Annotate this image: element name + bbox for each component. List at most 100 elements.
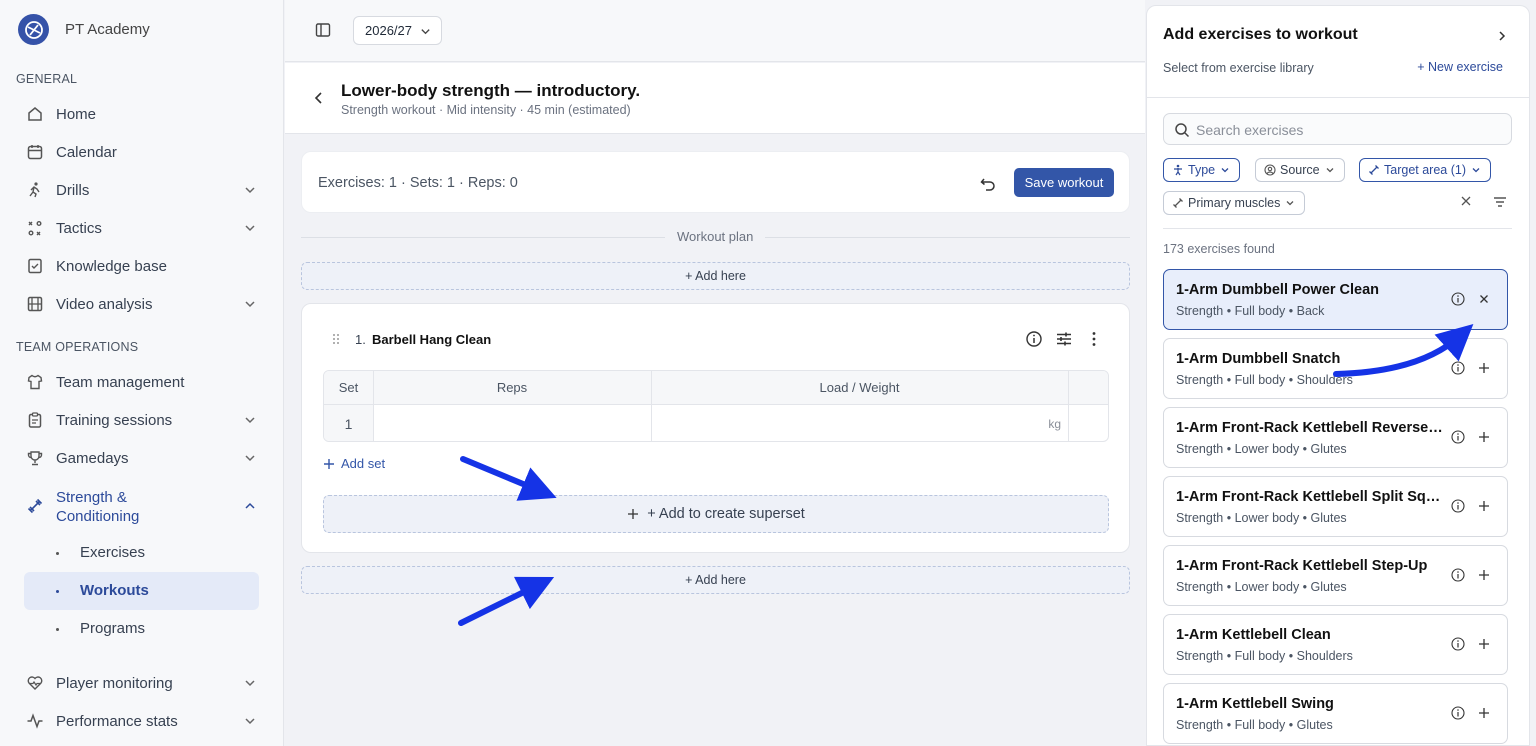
sidebar-item-knowledge-base[interactable]: Knowledge base	[24, 248, 260, 284]
chevron-up-icon	[245, 502, 255, 509]
sidebar-item-calendar[interactable]: Calendar	[24, 134, 260, 170]
sidebar-item-gamedays[interactable]: Gamedays	[24, 440, 260, 476]
sidebar-subitem-label: Workouts	[80, 582, 149, 599]
sidebar-subitem-label: Programs	[80, 620, 146, 637]
sidebar-toggle-icon[interactable]	[315, 22, 331, 38]
exercise-number: 1.	[355, 332, 366, 347]
column-header-actions	[1068, 371, 1108, 405]
save-workout-button[interactable]: Save workout	[1014, 168, 1114, 197]
sidebar-subitem-workouts[interactable]: Workouts	[24, 572, 259, 610]
more-vertical-icon[interactable]	[1085, 330, 1103, 348]
filter-type[interactable]: Type	[1163, 158, 1241, 182]
sidebar-item-team-management[interactable]: Team management	[24, 364, 260, 400]
exercise-item-name: 1-Arm Dumbbell Snatch	[1176, 351, 1341, 367]
filter-source[interactable]: Source	[1255, 158, 1345, 182]
activity-icon	[27, 713, 43, 729]
chevron-down-icon	[245, 225, 255, 232]
divider	[1163, 228, 1512, 229]
sidebar-item-player-monitoring[interactable]: Player monitoring	[24, 665, 260, 701]
info-icon[interactable]	[1451, 361, 1465, 375]
plus-icon[interactable]	[1477, 499, 1491, 513]
bullet-icon	[56, 552, 59, 555]
chevron-down-icon	[421, 29, 430, 35]
bullet-icon	[56, 628, 59, 631]
section-general: GENERAL	[16, 72, 78, 86]
exercise-list-item[interactable]: 1-Arm Front-Rack Kettlebell Split Squat …	[1163, 476, 1508, 537]
app-name: PT Academy	[65, 21, 150, 38]
sidebar-item-label: Calendar	[56, 143, 117, 161]
chevron-down-icon	[1286, 201, 1294, 206]
load-input[interactable]: kg	[652, 405, 1068, 441]
filter-label: Source	[1280, 163, 1320, 177]
new-exercise-button[interactable]: + New exercise	[1417, 60, 1503, 74]
chevron-down-icon	[1472, 168, 1480, 173]
chevron-down-icon	[245, 301, 255, 308]
close-icon[interactable]	[1477, 292, 1491, 306]
undo-icon[interactable]	[979, 174, 997, 192]
filter-target-area[interactable]: Target area (1)	[1359, 158, 1491, 182]
sidebar-item-performance-stats[interactable]: Performance stats	[24, 703, 260, 739]
column-header-set: Set	[324, 371, 373, 405]
chevron-down-icon	[245, 417, 255, 424]
back-icon[interactable]	[313, 91, 325, 105]
info-icon[interactable]	[1451, 568, 1465, 582]
filter-icon[interactable]	[1493, 195, 1507, 209]
exercise-item-meta: Strength • Full body • Shoulders	[1176, 649, 1353, 663]
drag-handle-icon[interactable]	[332, 333, 340, 345]
plus-icon[interactable]	[1477, 706, 1491, 720]
chevron-down-icon	[245, 455, 255, 462]
load-unit: kg	[1048, 417, 1061, 431]
exercise-list-item[interactable]: 1-Arm Front-Rack Kettlebell Step-Up Stre…	[1163, 545, 1508, 606]
exercise-list-item[interactable]: 1-Arm Kettlebell Clean Strength • Full b…	[1163, 614, 1508, 675]
filter-primary-muscles[interactable]: Primary muscles	[1163, 191, 1306, 215]
add-exercises-panel: Add exercises to workout Select from exe…	[1146, 5, 1530, 746]
sidebar-subitem-programs[interactable]: Programs	[24, 610, 259, 648]
sidebar-item-strength-conditioning[interactable]: Strength & Conditioning	[24, 486, 260, 526]
add-here-button[interactable]: + Add here	[301, 262, 1130, 290]
page-subtitle: Strength workout · Mid intensity · 45 mi…	[341, 103, 631, 117]
sidebar-item-training-sessions[interactable]: Training sessions	[24, 402, 260, 438]
sidebar-item-label: Home	[56, 105, 97, 123]
reps-input[interactable]	[374, 405, 651, 441]
plus-icon[interactable]	[1477, 430, 1491, 444]
exercise-list-item[interactable]: 1-Arm Dumbbell Snatch Strength • Full bo…	[1163, 338, 1508, 399]
add-superset-button[interactable]: + Add to create superset	[323, 495, 1109, 533]
info-icon[interactable]	[1025, 330, 1043, 348]
info-icon[interactable]	[1451, 292, 1465, 306]
sidebar-item-label: Training sessions	[56, 411, 173, 429]
plus-icon[interactable]	[1477, 361, 1491, 375]
clear-filters-icon[interactable]	[1461, 196, 1471, 206]
season-select[interactable]: 2026/27	[353, 16, 442, 45]
sidebar-item-home[interactable]: Home	[24, 96, 260, 132]
exercise-list-item[interactable]: 1-Arm Dumbbell Power Clean Strength • Fu…	[1163, 269, 1508, 330]
panel-title: Add exercises to workout	[1163, 26, 1358, 43]
chevron-down-icon	[245, 680, 255, 687]
info-icon[interactable]	[1451, 430, 1465, 444]
sidebar: PT Academy GENERAL Home Calendar Drills …	[0, 0, 284, 746]
sidebar-subitem-exercises[interactable]: Exercises	[24, 534, 259, 572]
add-here-button[interactable]: + Add here	[301, 566, 1130, 594]
chevron-right-icon[interactable]	[1497, 30, 1507, 42]
exercise-list-item[interactable]: 1-Arm Kettlebell Swing Strength • Full b…	[1163, 683, 1508, 744]
settings-sliders-icon[interactable]	[1055, 330, 1073, 348]
chevron-down-icon	[1221, 168, 1229, 173]
info-icon[interactable]	[1451, 499, 1465, 513]
exercise-item-meta: Strength • Lower body • Glutes	[1176, 511, 1347, 525]
exercise-card: 1. Barbell Hang Clean Set Reps Load / We…	[301, 303, 1130, 553]
sidebar-item-tactics[interactable]: Tactics	[24, 210, 260, 246]
exercise-item-name: 1-Arm Kettlebell Clean	[1176, 627, 1331, 643]
info-icon[interactable]	[1451, 706, 1465, 720]
add-set-button[interactable]: Add set	[323, 456, 385, 471]
sidebar-item-video-analysis[interactable]: Video analysis	[24, 286, 260, 322]
brand[interactable]: PT Academy	[18, 14, 150, 45]
sidebar-subitem-label: Exercises	[80, 544, 146, 561]
info-icon[interactable]	[1451, 637, 1465, 651]
column-header-load: Load / Weight	[651, 371, 1068, 405]
top-bar: 2026/27	[285, 0, 1145, 62]
plus-icon[interactable]	[1477, 568, 1491, 582]
plus-icon[interactable]	[1477, 637, 1491, 651]
search-input[interactable]	[1196, 120, 1496, 140]
user-circle-icon	[1264, 164, 1276, 176]
exercise-list-item[interactable]: 1-Arm Front-Rack Kettlebell Reverse Lung…	[1163, 407, 1508, 468]
sidebar-item-drills[interactable]: Drills	[24, 172, 260, 208]
